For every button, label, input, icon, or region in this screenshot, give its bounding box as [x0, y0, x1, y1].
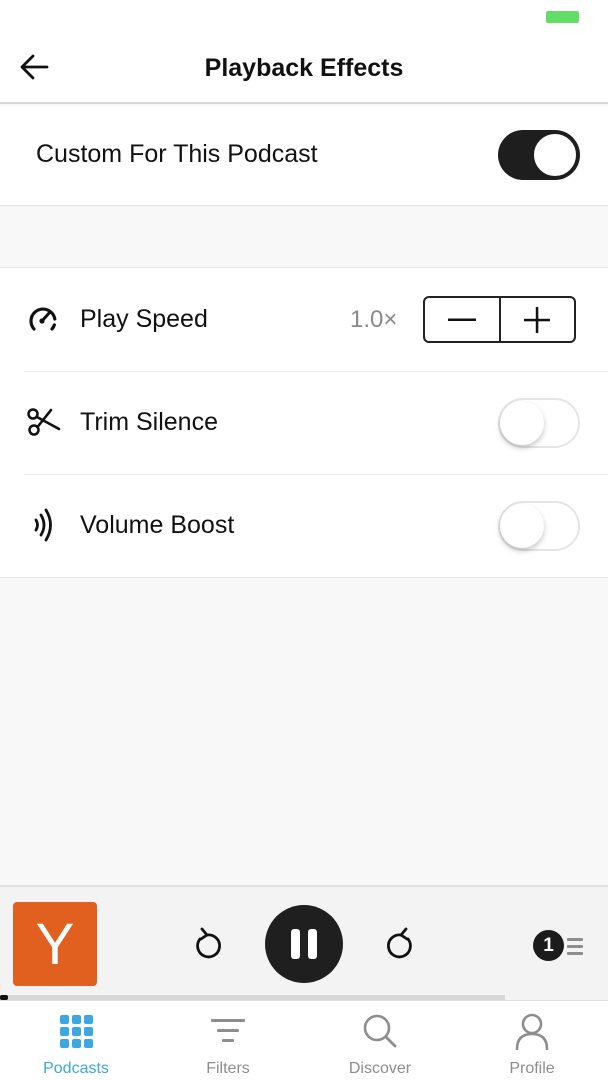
battery-icon — [546, 11, 579, 23]
volume-boost-label: Volume Boost — [80, 511, 235, 539]
skip-forward-button[interactable] — [382, 925, 420, 963]
person-icon — [514, 1013, 550, 1050]
custom-for-podcast-row: Custom For This Podcast — [0, 106, 608, 206]
scissors-icon — [24, 405, 62, 439]
play-speed-row: Play Speed 1.0× — [0, 268, 608, 371]
plus-icon — [524, 306, 551, 333]
volume-boost-toggle[interactable] — [498, 501, 580, 551]
play-speed-stepper — [423, 296, 576, 343]
tab-label: Filters — [206, 1060, 250, 1077]
skip-forward-icon — [387, 927, 412, 959]
nav-bar: Playback Effects — [0, 40, 608, 104]
search-icon — [362, 1013, 398, 1049]
tab-podcasts[interactable]: Podcasts — [0, 1001, 152, 1080]
tab-bar: Podcasts Filters Discover Profile — [0, 1000, 608, 1080]
toggle-knob — [533, 133, 577, 177]
trim-silence-label: Trim Silence — [80, 408, 218, 436]
filter-icon — [210, 1013, 246, 1049]
up-next-button[interactable]: 1 — [532, 929, 586, 961]
list-icon — [567, 938, 583, 959]
tab-profile[interactable]: Profile — [456, 1001, 608, 1080]
toggle-knob — [500, 504, 544, 548]
status-bar — [0, 0, 608, 40]
skip-back-icon — [196, 927, 221, 959]
volume-waves-icon — [24, 508, 62, 542]
pause-button[interactable] — [265, 905, 343, 983]
effects-list: Play Speed 1.0× Trim Silence Volume Boos… — [0, 267, 608, 578]
page-title: Playback Effects — [204, 54, 404, 82]
minus-icon — [447, 318, 476, 321]
increase-speed-button[interactable] — [498, 298, 575, 341]
trim-silence-toggle[interactable] — [498, 398, 580, 448]
custom-for-podcast-label: Custom For This Podcast — [36, 140, 318, 168]
skip-back-button[interactable] — [188, 925, 226, 963]
tab-discover[interactable]: Discover — [304, 1001, 456, 1080]
tab-label: Profile — [509, 1060, 555, 1077]
grid-icon — [58, 1013, 94, 1049]
tab-label: Discover — [348, 1060, 412, 1077]
mini-player: Y 1 — [0, 885, 608, 1000]
custom-for-podcast-toggle[interactable] — [498, 130, 580, 180]
tab-label: Podcasts — [43, 1060, 109, 1077]
podcast-artwork[interactable]: Y — [13, 902, 97, 986]
queue-count-badge: 1 — [533, 930, 564, 961]
volume-boost-row: Volume Boost — [0, 474, 608, 577]
decrease-speed-button[interactable] — [425, 298, 499, 341]
trim-silence-row: Trim Silence — [0, 371, 608, 474]
play-speed-label: Play Speed — [80, 305, 208, 333]
tab-filters[interactable]: Filters — [152, 1001, 304, 1080]
speedometer-icon — [24, 302, 62, 336]
play-speed-value: 1.0× — [350, 306, 398, 333]
pause-icon — [291, 929, 317, 959]
toggle-knob — [500, 401, 544, 445]
